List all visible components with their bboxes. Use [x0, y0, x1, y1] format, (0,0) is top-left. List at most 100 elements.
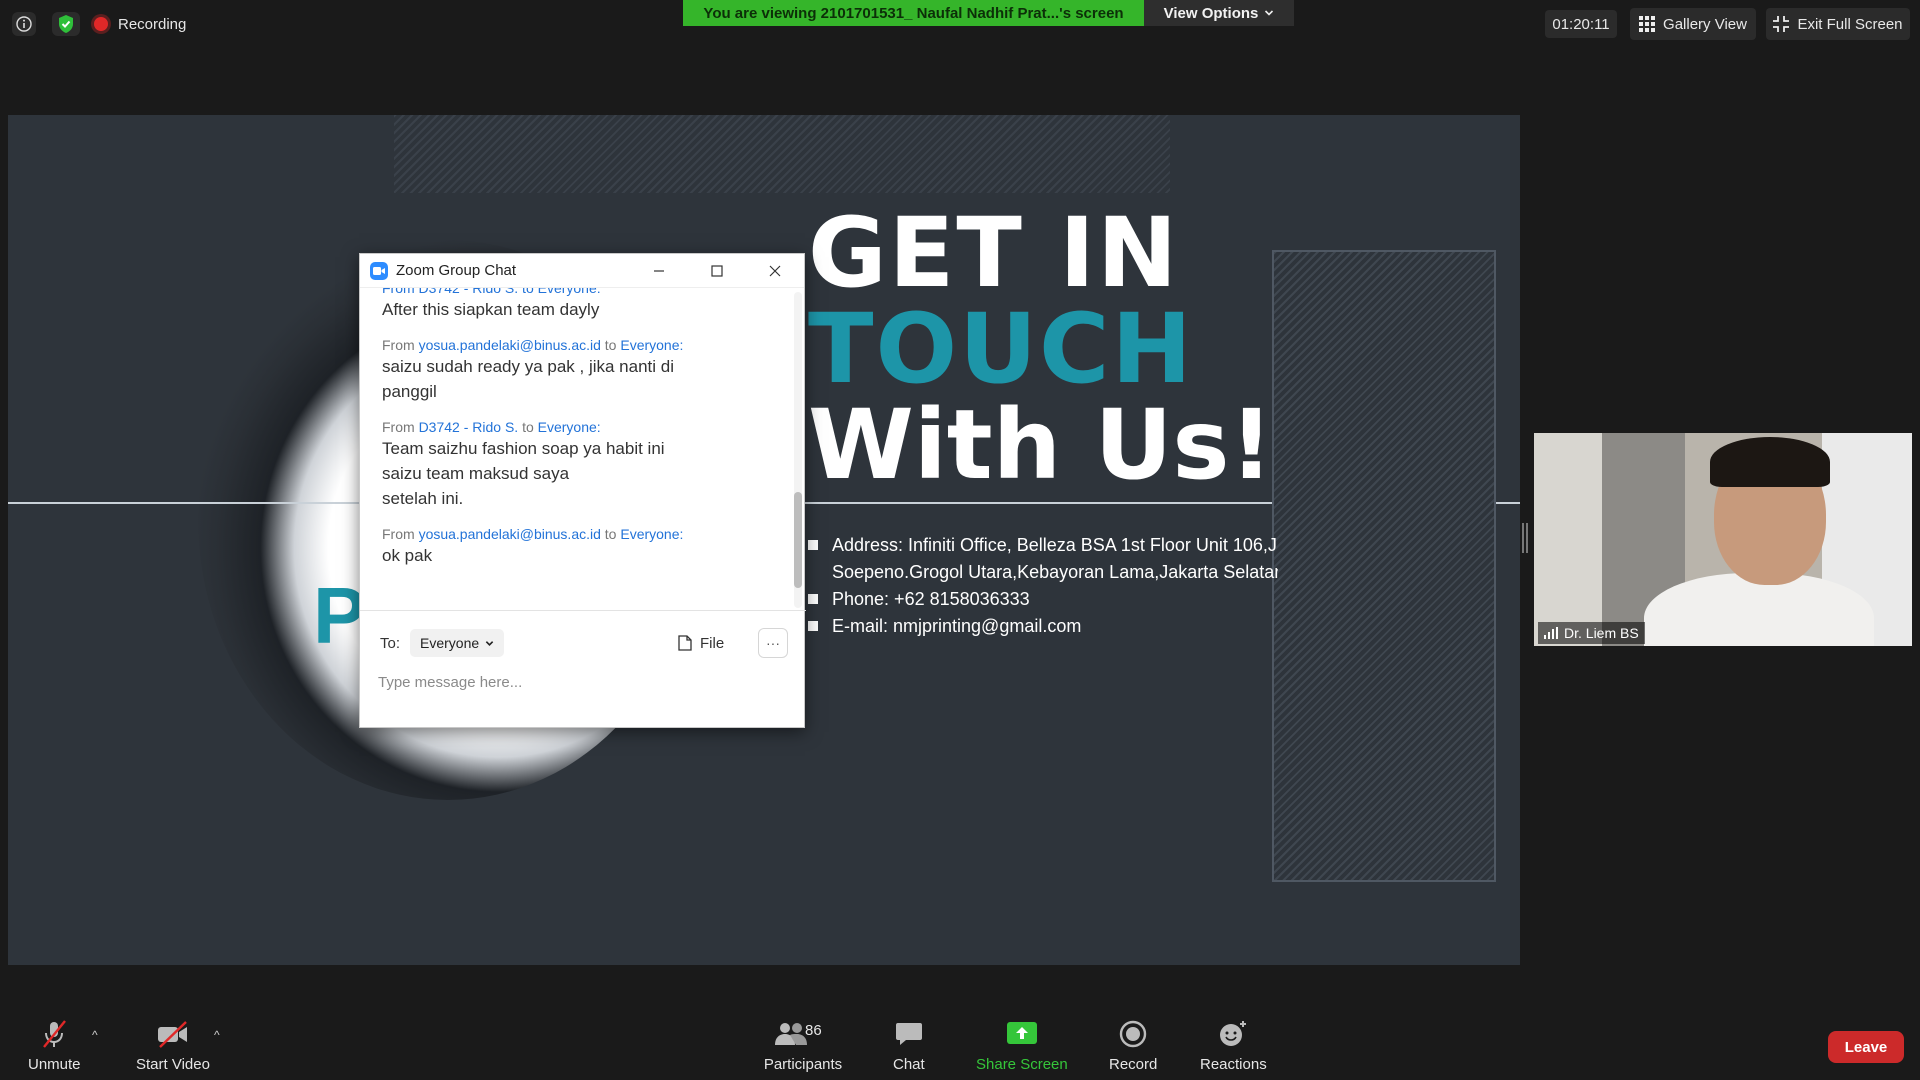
chat-message: From yosua.pandelaki@binus.ac.id to Ever…	[382, 336, 784, 404]
grid-icon	[1639, 16, 1656, 32]
more-options-button[interactable]: ···	[758, 628, 788, 658]
unmute-button[interactable]: Unmute	[28, 1018, 81, 1073]
contact-phone-text: Phone: +62 8158036333	[832, 589, 1030, 609]
video-options-caret-icon[interactable]: ^	[214, 1028, 220, 1042]
bullet-icon	[808, 594, 818, 604]
video-person-hair	[1710, 437, 1830, 487]
contact-email: E-mail: nmjprinting@gmail.com	[808, 613, 1278, 640]
file-button[interactable]: File	[678, 629, 724, 657]
reactions-smiley-icon	[1218, 1018, 1248, 1050]
chat-scrollbar-thumb[interactable]	[794, 492, 802, 588]
meeting-toolbar: Unmute ^ Start Video ^ 86 Participants C…	[0, 1010, 1920, 1080]
participant-name-tag: Dr. Liem BS	[1538, 622, 1645, 644]
view-options-label: View Options	[1163, 4, 1259, 22]
signal-strength-icon	[1544, 627, 1558, 639]
contact-address: Address: Infiniti Office, Belleza BSA 1s…	[808, 532, 1278, 559]
recipient-row: To: Everyone	[380, 629, 505, 657]
chevron-down-icon	[1265, 10, 1274, 16]
contact-email-text: E-mail: nmjprinting@gmail.com	[832, 616, 1082, 636]
audio-options-caret-icon[interactable]: ^	[92, 1028, 98, 1042]
participants-icon: 86	[763, 1018, 843, 1050]
chat-title: Zoom Group Chat	[396, 262, 517, 279]
message-sender[interactable]: yosua.pandelaki@binus.ac.id	[419, 526, 601, 542]
share-screen-label: Share Screen	[976, 1056, 1068, 1073]
message-sender[interactable]: D3742 - Rido S.	[419, 419, 519, 435]
unmute-label: Unmute	[28, 1056, 81, 1073]
message-from-word: From	[382, 419, 415, 435]
record-label: Record	[1109, 1056, 1158, 1073]
slide-hatch-top	[394, 115, 1170, 193]
maximize-icon	[711, 264, 723, 277]
chat-message-input[interactable]	[378, 667, 788, 697]
share-screen-button[interactable]: Share Screen	[976, 1018, 1068, 1073]
exit-full-screen-button[interactable]: Exit Full Screen	[1766, 8, 1910, 40]
recipient-dropdown[interactable]: Everyone	[410, 629, 505, 657]
message-recipient[interactable]: Everyone:	[538, 419, 601, 435]
viewing-screen-banner: You are viewing 2101701531_ Naufal Nadhi…	[683, 0, 1144, 26]
participants-button[interactable]: 86 Participants	[763, 1018, 843, 1073]
contact-address-cont: Soepeno.Grogol Utara,Kebayoran Lama,Jaka…	[808, 559, 1278, 586]
video-off-icon	[156, 1018, 190, 1050]
top-bar: Recording You are viewing 2101701531_ Na…	[0, 0, 1920, 48]
message-to-word: to	[604, 337, 617, 353]
message-from-word: From	[382, 526, 415, 542]
message-recipient[interactable]: Everyone:	[620, 337, 683, 353]
chat-message: From D3742 - Rido S. to Everyone: After …	[382, 288, 784, 322]
participant-video-thumbnail[interactable]: Dr. Liem BS	[1534, 433, 1912, 646]
participants-label: Participants	[763, 1056, 843, 1073]
share-screen-icon	[1006, 1018, 1037, 1050]
message-to-word: to	[604, 526, 617, 542]
slide-heading-line3: With Us!	[808, 389, 1274, 501]
message-from-word: From	[382, 337, 415, 353]
gallery-view-label: Gallery View	[1663, 15, 1747, 33]
recording-label: Recording	[118, 15, 187, 33]
message-body: After this siapkan team dayly	[382, 300, 600, 319]
chat-titlebar[interactable]: Zoom Group Chat	[360, 254, 804, 288]
panel-resize-handle[interactable]	[1522, 523, 1528, 553]
chat-message: From yosua.pandelaki@binus.ac.id to Ever…	[382, 525, 784, 568]
record-icon	[1119, 1018, 1147, 1050]
chat-compose-area: To: Everyone File ···	[360, 610, 806, 728]
contact-address-line2: Soepeno.Grogol Utara,Kebayoran Lama,Jaka…	[832, 562, 1278, 582]
info-icon[interactable]	[12, 12, 36, 36]
minimize-button[interactable]	[630, 254, 688, 288]
start-video-button[interactable]: Start Video	[136, 1018, 210, 1073]
bullet-icon	[808, 540, 818, 550]
recording-dot-icon	[94, 17, 108, 31]
exit-fullscreen-icon	[1773, 16, 1790, 32]
message-body: saizu sudah ready ya pak , jika nanti di…	[382, 357, 675, 401]
message-header: From D3742 - Rido S. to Everyone:	[382, 418, 784, 436]
file-label: File	[700, 634, 725, 652]
chat-bubble-icon	[895, 1018, 923, 1050]
participants-count: 86	[805, 1022, 822, 1039]
to-label: To:	[380, 634, 401, 652]
recipient-dropdown-value: Everyone	[420, 635, 480, 651]
participant-name: Dr. Liem BS	[1564, 625, 1639, 641]
chevron-down-icon	[485, 640, 494, 646]
message-body: Team saizhu fashion soap ya habit ini sa…	[382, 439, 665, 508]
view-options-button[interactable]: View Options	[1144, 0, 1294, 26]
message-sender[interactable]: yosua.pandelaki@binus.ac.id	[419, 337, 601, 353]
message-body: ok pak	[382, 546, 433, 565]
leave-button[interactable]: Leave	[1828, 1031, 1904, 1063]
shield-icon[interactable]	[52, 12, 80, 36]
maximize-button[interactable]	[688, 254, 746, 288]
reactions-button[interactable]: Reactions	[1200, 1018, 1267, 1073]
recording-indicator[interactable]: Recording	[94, 12, 186, 36]
exit-full-screen-label: Exit Full Screen	[1797, 15, 1903, 33]
start-video-label: Start Video	[136, 1056, 210, 1073]
bullet-icon	[808, 621, 818, 631]
record-button[interactable]: Record	[1109, 1018, 1157, 1073]
message-recipient[interactable]: Everyone:	[620, 526, 683, 542]
zoom-logo-icon	[370, 261, 388, 280]
chat-button[interactable]: Chat	[893, 1018, 925, 1073]
chat-scrollbar[interactable]	[794, 292, 802, 608]
muted-microphone-icon	[39, 1018, 69, 1050]
close-button[interactable]	[746, 254, 804, 288]
chat-message-list[interactable]: From D3742 - Rido S. to Everyone: After …	[360, 288, 806, 610]
gallery-view-button[interactable]: Gallery View	[1630, 8, 1756, 40]
reactions-label: Reactions	[1200, 1056, 1267, 1073]
file-icon	[678, 635, 692, 651]
zoom-group-chat-window[interactable]: Zoom Group Chat From D3742 - Rido S. to …	[359, 253, 806, 728]
slide-contact-list: Address: Infiniti Office, Belleza BSA 1s…	[808, 532, 1278, 640]
